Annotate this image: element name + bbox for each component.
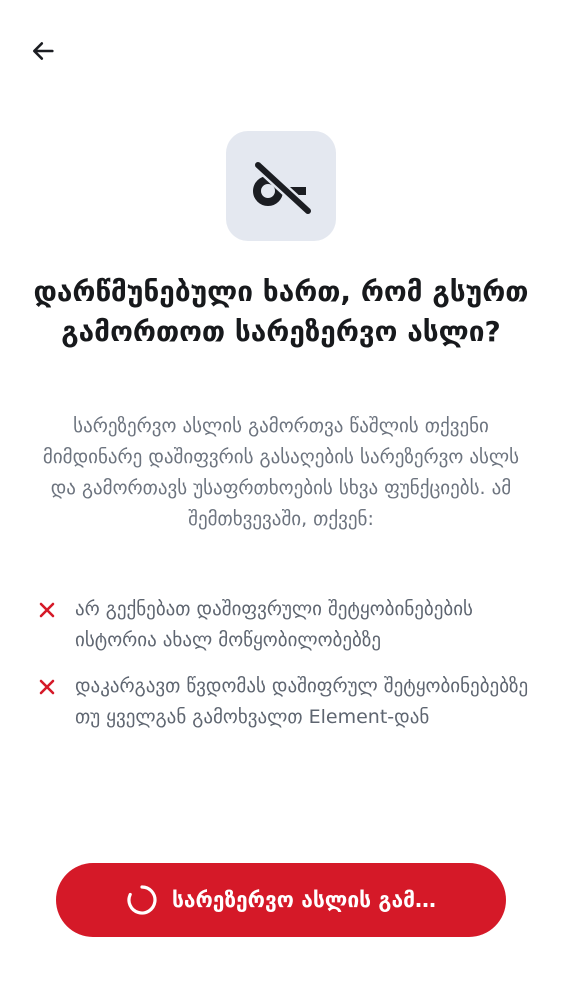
close-icon <box>39 679 55 695</box>
list-item: არ გექნებათ დაშიფვრული შეტყობინებების ის… <box>36 594 536 656</box>
consequence-text: არ გექნებათ დაშიფვრული შეტყობინებების ის… <box>75 598 473 651</box>
consequence-text: დაკარგავთ წვდომას დაშიფრულ შეტყობინებებზ… <box>75 675 529 728</box>
arrow-left-icon <box>32 42 54 60</box>
spinner-icon <box>127 885 157 915</box>
back-button[interactable] <box>22 30 64 72</box>
disable-backup-button[interactable]: სარეზერვო ასლის გამ… <box>56 863 506 937</box>
button-label: სარეზერვო ასლის გამ… <box>171 888 437 912</box>
description-text: სარეზერვო ასლის გამორთვა წაშლის თქვენი მ… <box>42 415 520 530</box>
close-icon <box>39 602 55 618</box>
page-title: დარწმუნებული ხართ, რომ გსურთ გამორთოთ სა… <box>33 275 529 348</box>
consequences-list: არ გექნებათ დაშიფვრული შეტყობინებების ის… <box>36 594 536 748</box>
list-item: დაკარგავთ წვდომას დაშიფრულ შეტყობინებებზ… <box>36 671 536 733</box>
disable-backup-screen: დარწმუნებული ხართ, რომ გსურთ გამორთოთ სა… <box>0 0 562 1000</box>
hero-icon-container <box>226 131 336 241</box>
key-off-icon <box>252 159 314 217</box>
